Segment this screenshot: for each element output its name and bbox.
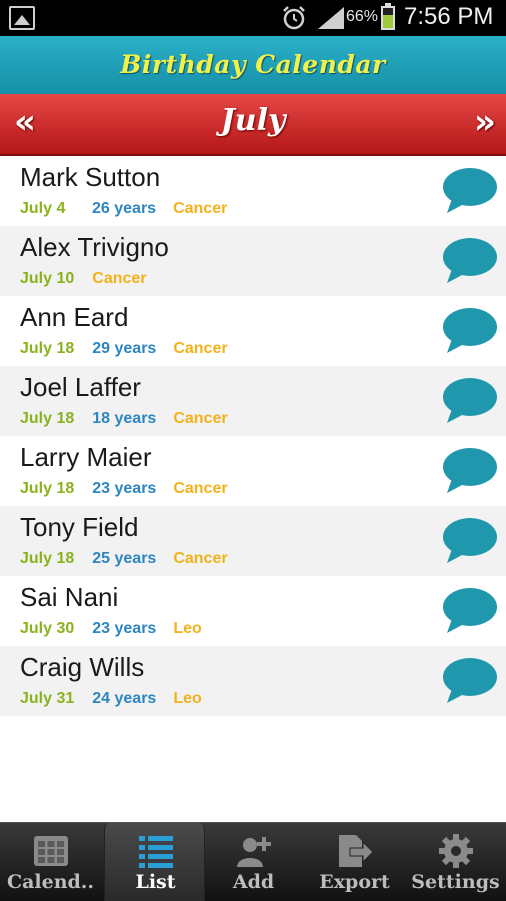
birthday-row[interactable]: Ann Eard July 18 29 years Cancer — [0, 296, 506, 366]
contact-name: Mark Sutton — [20, 162, 161, 192]
app-title-bar: Birthday Calendar — [0, 36, 506, 95]
age-label: 29 years — [92, 340, 157, 357]
age-label: 23 years — [92, 480, 157, 497]
export-icon — [339, 835, 374, 867]
battery-percent: 66% — [346, 8, 379, 25]
clock-time: 7:56 PM — [404, 3, 494, 30]
birthday-date: July 18 — [20, 480, 75, 497]
birthday-row[interactable]: Sai Nani July 30 23 years Leo — [0, 576, 506, 646]
message-bubble-icon[interactable] — [440, 306, 498, 356]
contact-name: Tony Field — [20, 512, 139, 542]
birthday-row[interactable]: Craig Wills July 31 24 years Leo — [0, 646, 506, 716]
age-label: 24 years — [92, 690, 157, 707]
birthday-meta: July 18 25 years Cancer — [20, 550, 228, 568]
birthday-meta: July 18 18 years Cancer — [20, 410, 228, 428]
month-navigation: « July » — [0, 94, 506, 156]
birthday-date: July 10 — [20, 270, 75, 287]
birthday-meta: July 4 26 years Cancer — [20, 200, 227, 218]
birthday-date: July 4 — [20, 200, 66, 217]
tab-add[interactable]: Add — [203, 823, 304, 901]
birthday-date: July 31 — [20, 690, 75, 707]
age-label: 26 years — [92, 200, 157, 217]
message-bubble-icon[interactable] — [440, 236, 498, 286]
message-bubble-icon[interactable] — [440, 446, 498, 496]
contact-name: Craig Wills — [20, 652, 145, 682]
contact-name: Alex Trivigno — [20, 232, 169, 262]
calendar-icon — [34, 836, 68, 866]
birthday-date: July 18 — [20, 550, 75, 567]
battery-icon — [381, 3, 395, 30]
contact-name: Ann Eard — [20, 302, 129, 332]
gear-icon — [439, 834, 473, 868]
birthday-date: July 30 — [20, 620, 75, 637]
birthday-row[interactable]: Tony Field July 18 25 years Cancer — [0, 506, 506, 576]
zodiac-sign: Cancer — [173, 200, 228, 217]
zodiac-sign: Leo — [173, 690, 202, 707]
tab-label: Add — [232, 871, 275, 893]
birthday-row[interactable]: Alex Trivigno July 10 Cancer — [0, 226, 506, 296]
zodiac-sign: Cancer — [173, 550, 228, 567]
gallery-icon — [9, 6, 35, 30]
tab-label: Export — [319, 871, 390, 893]
tab-label: Settings — [411, 871, 500, 893]
birthday-meta: July 18 29 years Cancer — [20, 340, 228, 358]
tab-settings[interactable]: Settings — [405, 823, 506, 901]
zodiac-sign: Cancer — [173, 340, 228, 357]
zodiac-sign: Leo — [173, 620, 202, 637]
contact-name: Joel Laffer — [20, 372, 141, 402]
message-bubble-icon[interactable] — [440, 516, 498, 566]
birthday-date: July 18 — [20, 410, 75, 427]
add-user-icon — [237, 837, 271, 867]
status-bar: 66% 7:56 PM — [0, 0, 506, 36]
signal-icon — [318, 7, 344, 29]
list-icon — [139, 836, 173, 868]
tab-list[interactable]: List — [104, 823, 205, 901]
birthday-meta: July 10 Cancer — [20, 270, 147, 288]
tab-export[interactable]: Export — [304, 823, 405, 901]
birthday-row[interactable]: Joel Laffer July 18 18 years Cancer — [0, 366, 506, 436]
tab-calendar[interactable]: Calend.. — [0, 823, 101, 901]
contact-name: Larry Maier — [20, 442, 152, 472]
message-bubble-icon[interactable] — [440, 586, 498, 636]
message-bubble-icon[interactable] — [440, 656, 498, 706]
zodiac-sign: Cancer — [92, 270, 147, 287]
next-month-button[interactable]: » — [474, 102, 496, 142]
birthday-meta: July 18 23 years Cancer — [20, 480, 228, 498]
message-bubble-icon[interactable] — [440, 166, 498, 216]
birthday-list: Mark Sutton July 4 26 years Cancer Alex Tr… — [0, 156, 506, 716]
birthday-meta: July 31 24 years Leo — [20, 690, 202, 708]
month-title: July — [220, 103, 286, 138]
birthday-date: July 18 — [20, 340, 75, 357]
zodiac-sign: Cancer — [173, 410, 228, 427]
birthday-meta: July 30 23 years Leo — [20, 620, 202, 638]
bottom-navigation: Calend.. List Add Export Settings — [0, 822, 506, 901]
zodiac-sign: Cancer — [173, 480, 228, 497]
tab-label: Calend.. — [6, 871, 95, 893]
message-bubble-icon[interactable] — [440, 376, 498, 426]
age-label: 23 years — [92, 620, 157, 637]
age-label: 25 years — [92, 550, 157, 567]
birthday-row[interactable]: Larry Maier July 18 23 years Cancer — [0, 436, 506, 506]
app-title: Birthday Calendar — [120, 50, 386, 79]
contact-name: Sai Nani — [20, 582, 119, 612]
birthday-row[interactable]: Mark Sutton July 4 26 years Cancer — [0, 156, 506, 226]
age-label: 18 years — [92, 410, 157, 427]
tab-label: List — [135, 871, 176, 893]
alarm-icon — [283, 6, 305, 30]
